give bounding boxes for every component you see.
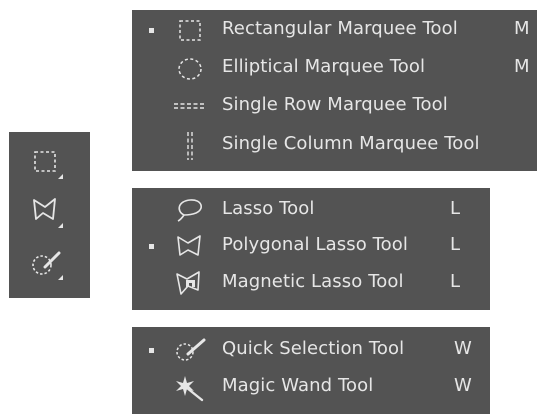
menu-item-label: Single Column Marquee Tool	[222, 133, 480, 154]
active-tool-bullet	[149, 244, 154, 249]
magic-wand-icon	[176, 376, 204, 402]
menu-item-label: Magic Wand Tool	[222, 375, 374, 396]
menu-item-label: Magnetic Lasso Tool	[222, 271, 404, 292]
rectangular-marquee-icon	[34, 151, 63, 179]
marquee-tools-menu: Rectangular Marquee Tool M Elliptical Ma…	[132, 10, 537, 171]
elliptical-marquee-icon	[178, 58, 202, 80]
tools-panel	[9, 132, 90, 298]
menu-item-elliptical-marquee[interactable]: Elliptical Marquee Tool M	[132, 51, 537, 85]
quick-selection-icon	[176, 338, 206, 361]
single-row-marquee-icon	[174, 103, 204, 109]
rectangular-marquee-icon	[179, 20, 201, 41]
quick-selection-tool-button[interactable]	[25, 245, 67, 281]
single-column-marquee-icon	[187, 132, 193, 160]
menu-item-label: Lasso Tool	[222, 198, 315, 219]
menu-item-polygonal-lasso[interactable]: Polygonal Lasso Tool L	[132, 229, 490, 263]
shortcut-key: M	[514, 56, 530, 77]
shortcut-key: M	[514, 18, 530, 39]
menu-item-single-row-marquee[interactable]: Single Row Marquee Tool	[132, 89, 537, 123]
menu-item-label: Single Row Marquee Tool	[222, 94, 448, 115]
polygonal-lasso-icon	[33, 198, 63, 228]
menu-item-label: Elliptical Marquee Tool	[222, 56, 426, 77]
lasso-tools-menu: Lasso Tool L Polygonal Lasso Tool L Magn…	[132, 188, 490, 310]
menu-item-label: Quick Selection Tool	[222, 338, 405, 359]
menu-item-quick-selection[interactable]: Quick Selection Tool W	[132, 333, 490, 367]
shortcut-key: W	[454, 375, 472, 396]
menu-item-rectangular-marquee[interactable]: Rectangular Marquee Tool M	[132, 13, 537, 47]
quick-selection-icon	[32, 251, 63, 280]
menu-item-lasso[interactable]: Lasso Tool L	[132, 193, 490, 227]
quick-selection-tools-menu: Quick Selection Tool W Magic Wand Tool W	[132, 327, 490, 414]
shortcut-key: L	[450, 198, 461, 219]
magnetic-lasso-icon	[176, 271, 200, 295]
polygonal-lasso-tool-button[interactable]	[25, 193, 67, 229]
shortcut-key: L	[450, 271, 461, 292]
shortcut-key: W	[454, 338, 472, 359]
menu-item-label: Polygonal Lasso Tool	[222, 234, 408, 255]
active-tool-bullet	[149, 348, 154, 353]
polygonal-lasso-icon	[177, 235, 201, 256]
menu-item-single-column-marquee[interactable]: Single Column Marquee Tool	[132, 128, 537, 162]
menu-item-magic-wand[interactable]: Magic Wand Tool W	[132, 370, 490, 404]
menu-item-label: Rectangular Marquee Tool	[222, 18, 458, 39]
menu-item-magnetic-lasso[interactable]: Magnetic Lasso Tool L	[132, 266, 490, 300]
active-tool-bullet	[149, 28, 154, 33]
rectangular-marquee-tool-button[interactable]	[25, 144, 67, 180]
shortcut-key: L	[450, 234, 461, 255]
lasso-icon	[177, 199, 203, 222]
